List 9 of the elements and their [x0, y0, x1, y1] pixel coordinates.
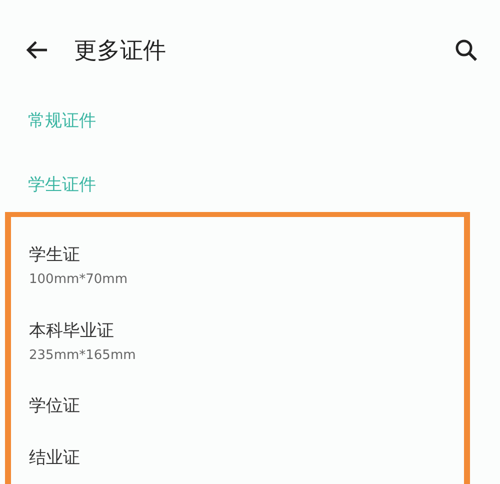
- document-size: 100mm*70mm: [29, 272, 129, 287]
- document-name[interactable]: 学位证: [29, 394, 464, 416]
- document-name[interactable]: 结业证: [29, 446, 464, 468]
- document-name[interactable]: 本科毕业证: [29, 319, 464, 342]
- back-icon[interactable]: [26, 40, 48, 60]
- document-name[interactable]: 学生证: [29, 243, 464, 266]
- screen-title: 更多证件: [74, 36, 167, 66]
- search-icon[interactable]: [454, 38, 478, 62]
- document-size: 235mm*165mm: [29, 348, 137, 363]
